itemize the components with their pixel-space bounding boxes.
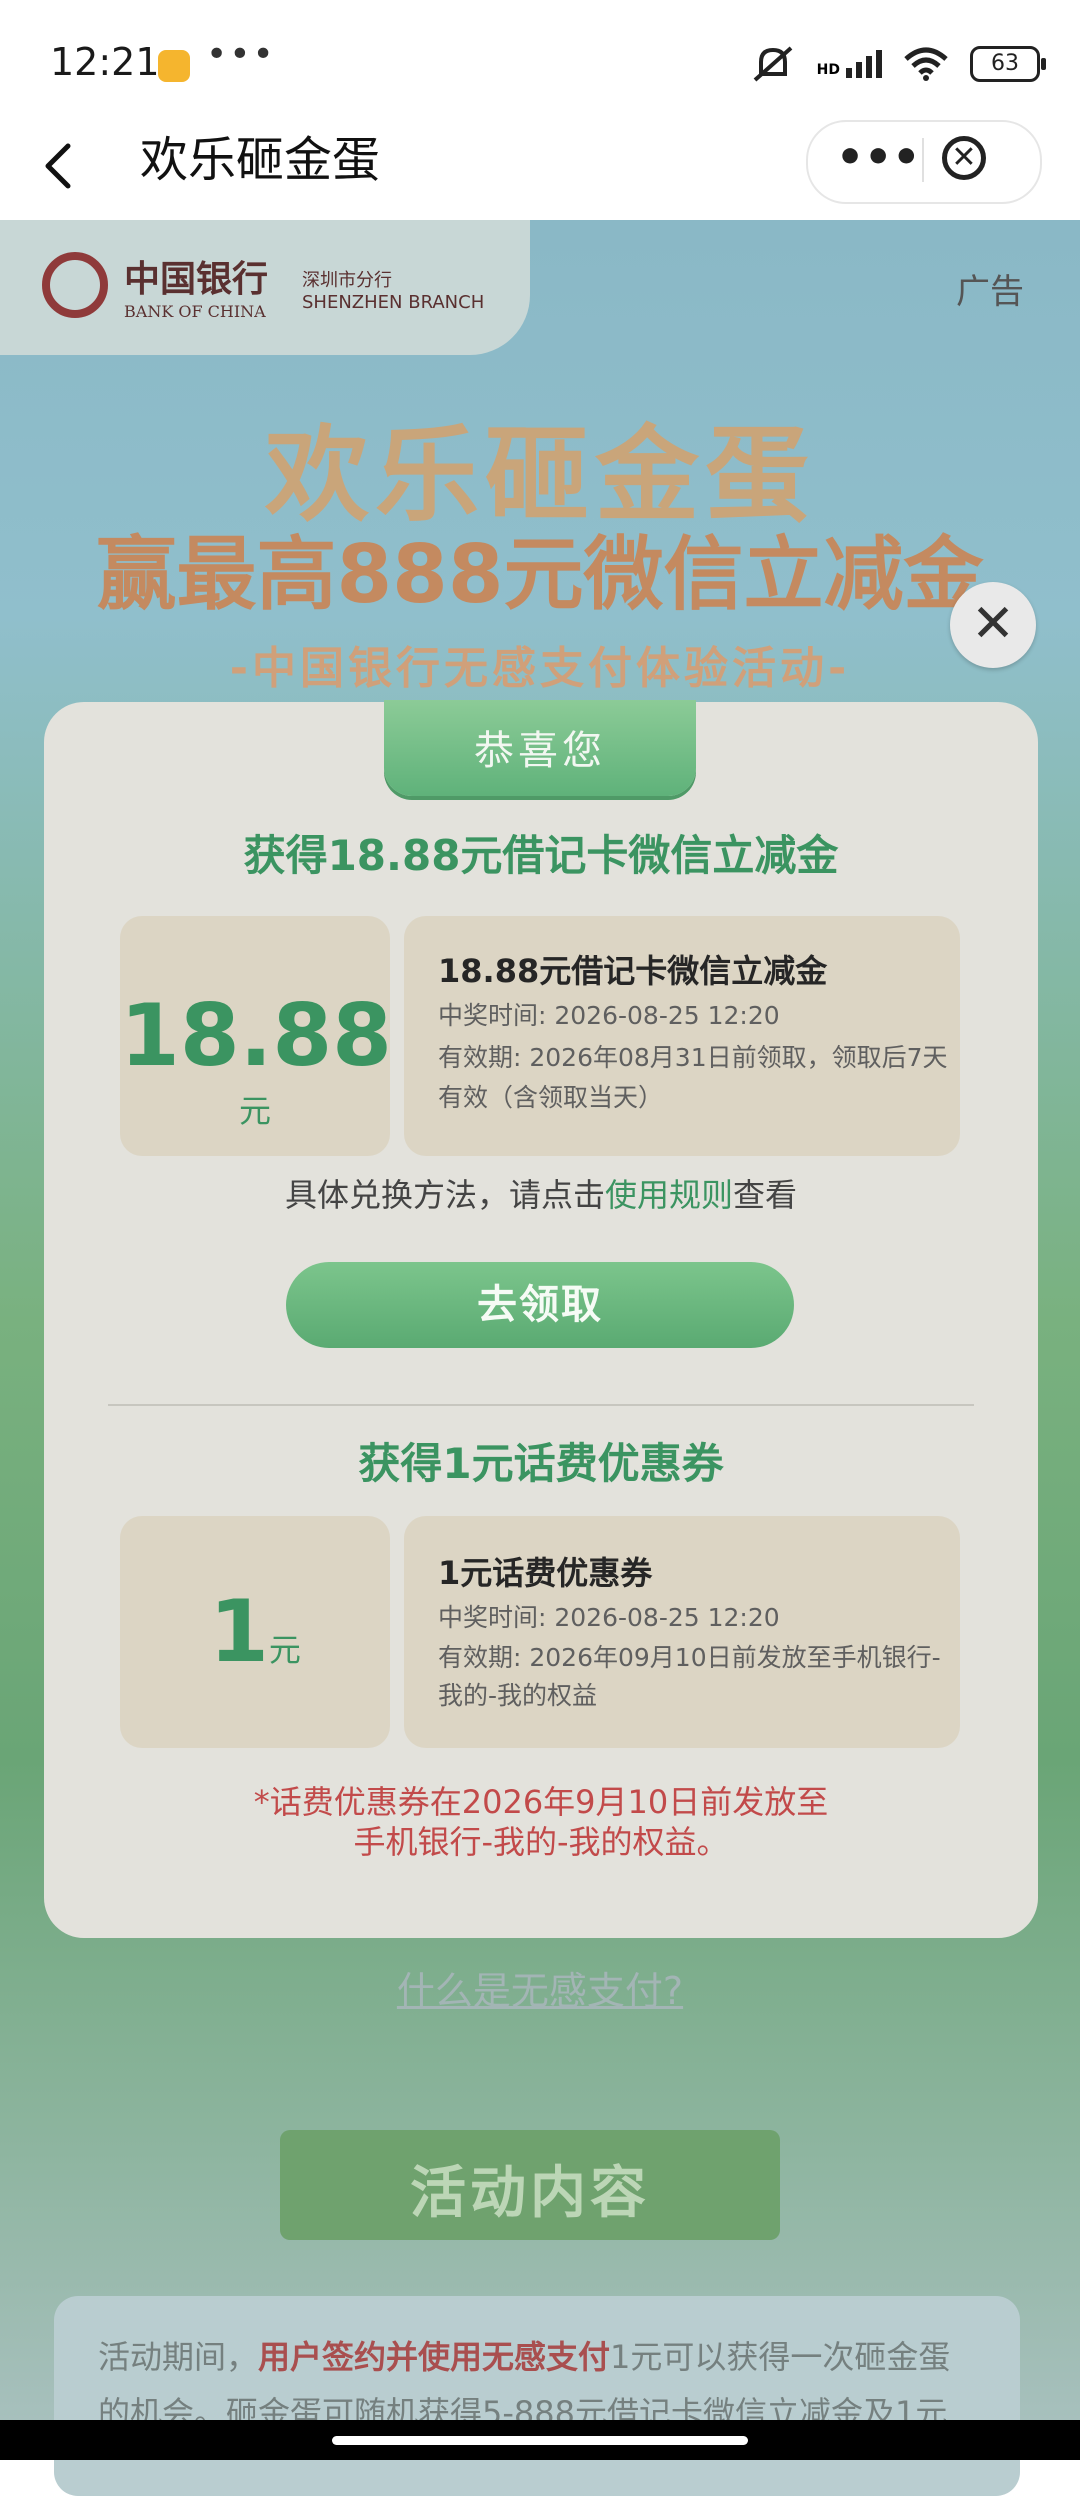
bank-name: 中国银行 [124,258,269,300]
claim-button[interactable]: 去领取 [286,1262,794,1348]
prize2-time: 中奖时间: 2026-08-25 12:20 [438,1603,780,1632]
hero-tagline: -中国银行无感支付体验活动- [229,643,851,694]
more-button[interactable]: ••• [836,136,920,182]
status-icons: HD 63 [751,44,1046,84]
capsule-divider [922,138,924,182]
prize2-validity-1: 有效期: 2026年09月10日前发放至手机银行- [438,1643,941,1672]
notice-line-1: *话费优惠券在2026年9月10日前发放至 [253,1783,829,1821]
more-notifications-icon: ••• [206,34,276,75]
usage-rules-link[interactable]: 使用规则 [605,1176,733,1214]
ad-label: 广告 [956,272,1024,312]
bank-branch: 深圳市分行 SHENZHEN BRANCH [302,270,484,314]
prize1-validity-2: 有效（含领取当天） [438,1083,664,1112]
hero-subtitle: 赢最高888元微信立减金 [96,528,984,621]
redeem-hint: 具体兑换方法，请点击使用规则查看 [284,1176,798,1214]
signal-icon: HD [817,50,882,78]
phone-credit-notice: *话费优惠券在2026年9月10日前发放至 手机银行-我的-我的权益。 [44,1782,1038,1862]
battery-icon: 63 [970,46,1046,82]
activity-text-line1: 活动期间，用户签约并使用无感支付1元可以获得一次砸金蛋 [98,2338,951,2376]
mute-icon [753,46,792,82]
activity-section-label: 活动内容 [410,2161,650,2226]
close-miniprogram-button[interactable]: ✕ [942,136,986,180]
prize2-validity-2: 我的-我的权益 [438,1681,598,1710]
dialog-close-button[interactable]: ✕ [950,582,1036,668]
notification-app-icon [158,50,190,82]
congrats-label: 恭喜您 [474,728,606,774]
prize1-amount: 18.88元 [120,986,393,1130]
network-label: HD [816,62,840,78]
back-button[interactable] [36,128,96,208]
notice-line-2: 手机银行-我的-我的权益。 [353,1823,729,1861]
prize2-amount: 1元 [209,1582,301,1682]
what-is-payment-link[interactable]: 什么是无感支付? [0,1960,1080,2015]
wifi-icon [904,47,948,81]
prize1-title: 18.88元借记卡微信立减金 [438,952,828,990]
dialog-divider [108,1404,974,1406]
home-indicator[interactable] [332,2436,748,2445]
prize2-title: 1元话费优惠券 [438,1554,653,1592]
prize2-heading: 获得1元话费优惠券 [358,1439,724,1488]
bank-name-en: BANK OF CHINA [124,302,266,321]
status-time: 12:21 [50,40,160,84]
page-title: 欢乐砸金蛋 [140,132,381,188]
chevron-left-icon [45,143,71,189]
bank-logo-icon [42,252,108,318]
bank-branch-cn: 深圳市分行 [302,270,392,291]
prize1-heading: 获得18.88元借记卡微信立减金 [243,831,839,880]
prize1-time: 中奖时间: 2026-08-25 12:20 [438,1001,780,1030]
bank-branch-en: SHENZHEN BRANCH [302,292,485,313]
prize1-validity-1: 有效期: 2026年08月31日前领取，领取后7天 [438,1043,948,1072]
